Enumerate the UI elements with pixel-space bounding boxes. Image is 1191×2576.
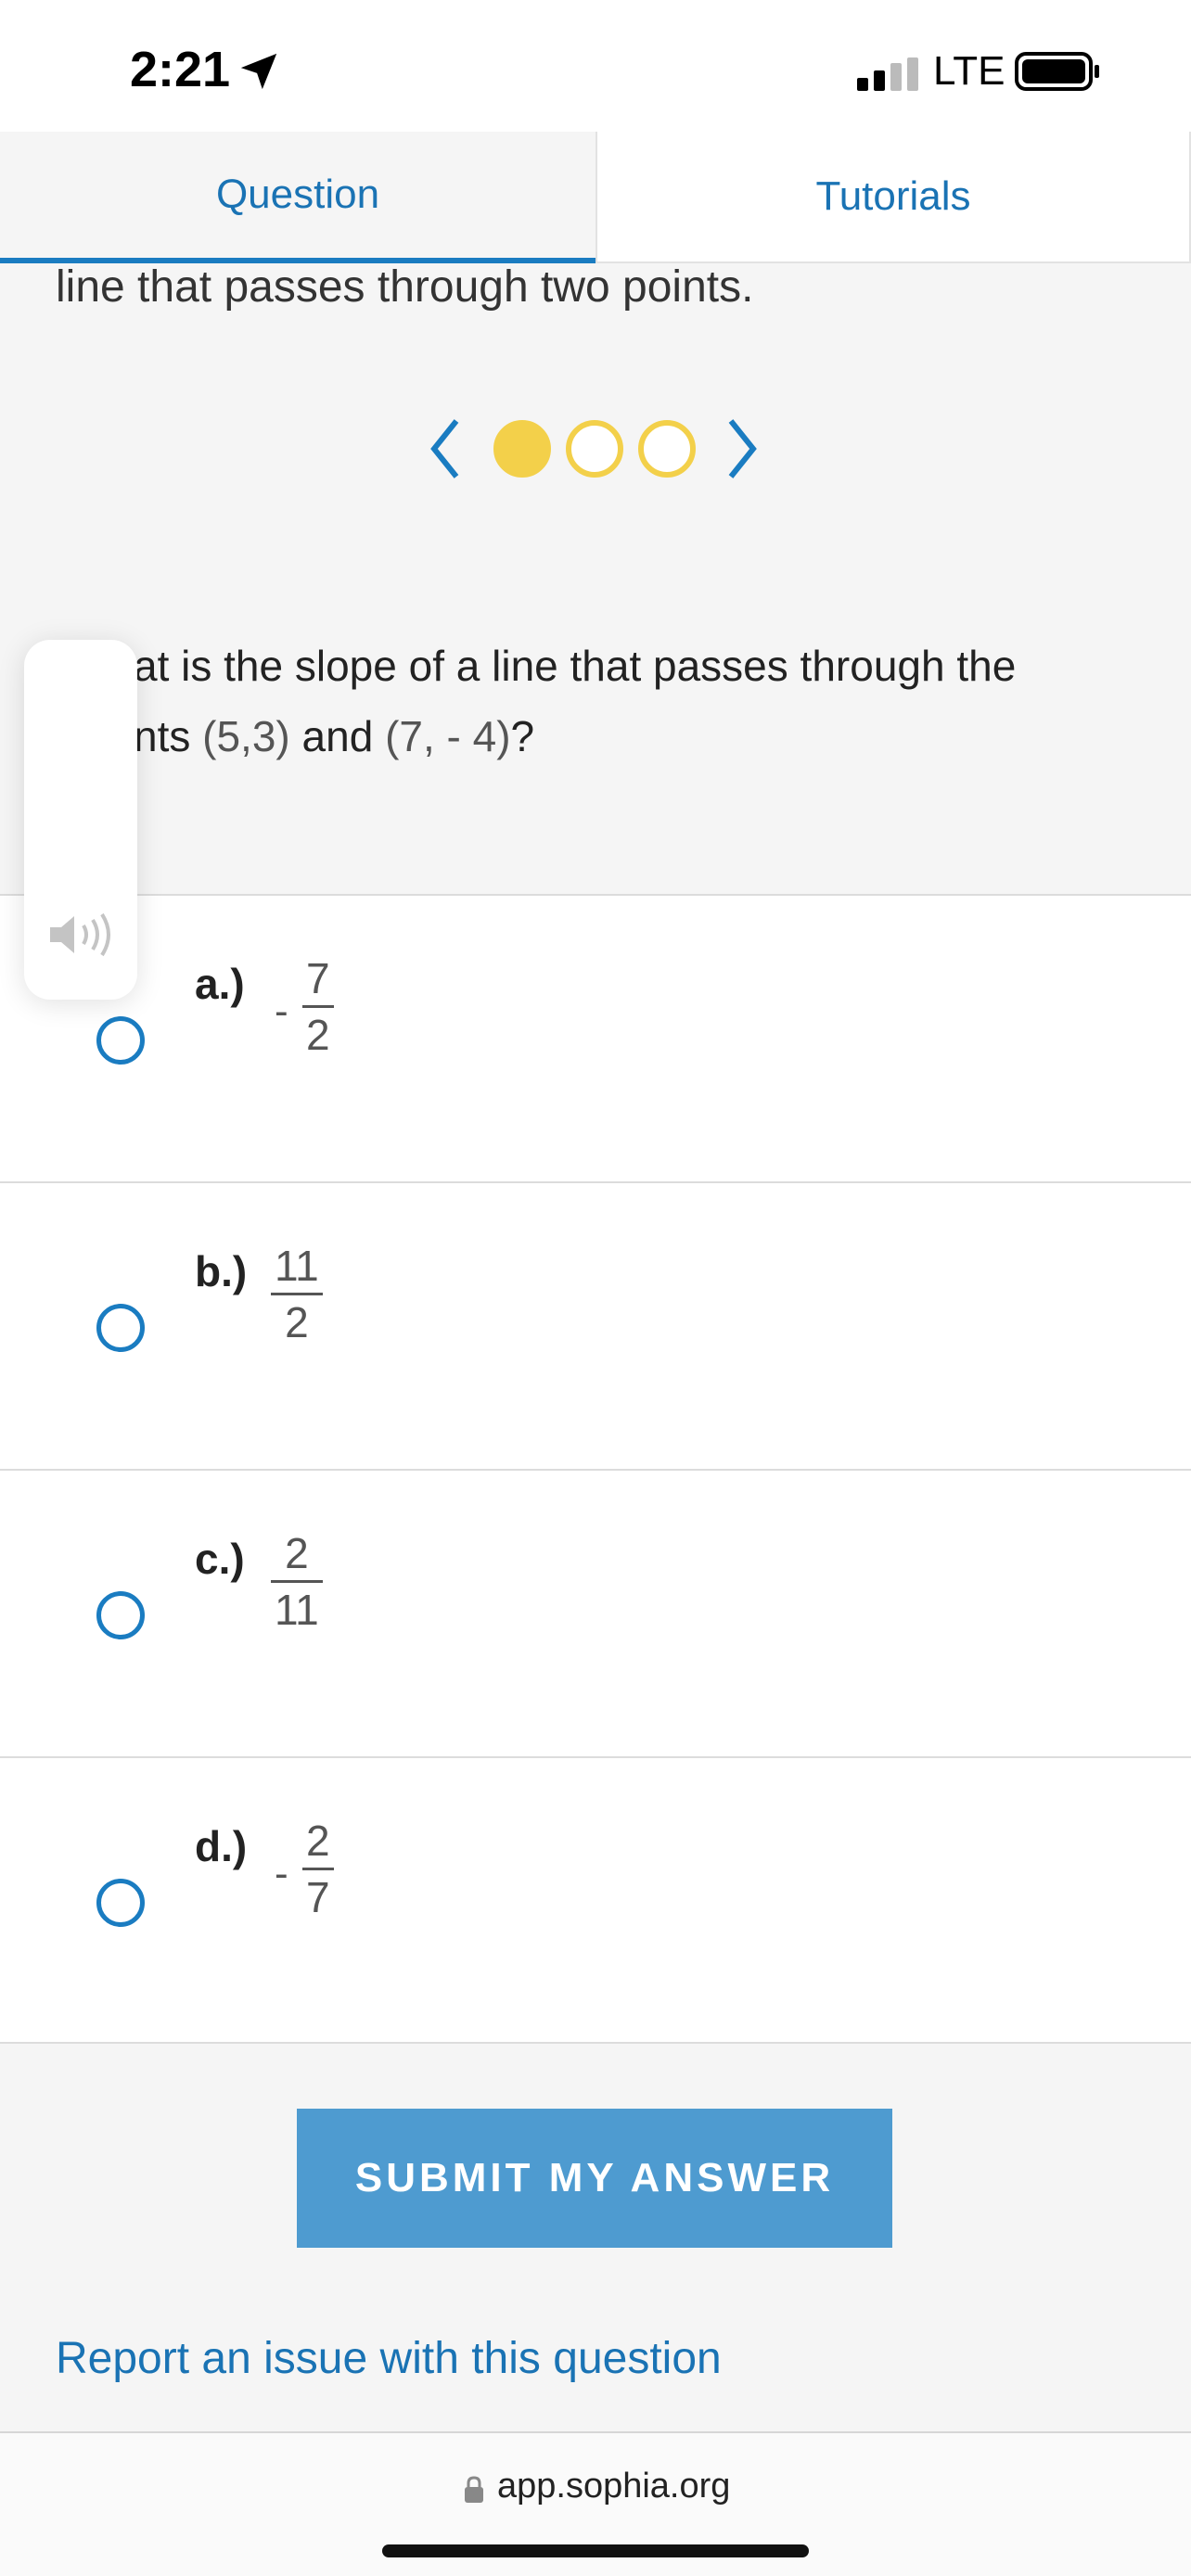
submit-answer-button[interactable]: SUBMIT MY ANSWER xyxy=(297,2109,892,2248)
radio-c[interactable] xyxy=(96,1591,145,1639)
pager-dot-1[interactable] xyxy=(493,420,551,478)
option-c-numerator: 2 xyxy=(285,1529,309,1577)
status-time: 2:21 xyxy=(130,42,231,97)
radio-a[interactable] xyxy=(96,1016,145,1065)
question-text: at is the slope of a line that passes th… xyxy=(134,631,1154,772)
question-pager xyxy=(427,408,779,491)
intro-text: line that passes through two points. xyxy=(56,262,754,312)
fraction-bar xyxy=(302,1005,334,1008)
radio-b[interactable] xyxy=(96,1304,145,1352)
option-c-denominator: 11 xyxy=(275,1586,319,1634)
option-c-fraction: 2 11 xyxy=(271,1530,323,1633)
option-a[interactable]: a.) - 7 2 xyxy=(0,894,1191,1181)
lock-icon xyxy=(465,2476,483,2503)
question-line-2: nts (5,3) and (7, - 4)? xyxy=(134,701,1154,772)
option-c-label: c.) xyxy=(195,1535,245,1583)
pager-dot-2[interactable] xyxy=(566,420,623,478)
option-d-denominator: 7 xyxy=(306,1873,330,1921)
chevron-left-icon[interactable] xyxy=(427,415,464,482)
battery-icon xyxy=(1015,52,1099,91)
option-d[interactable]: d.) - 2 7 xyxy=(0,1756,1191,2044)
pager-dot-3[interactable] xyxy=(638,420,696,478)
option-d-numerator: 2 xyxy=(306,1817,330,1865)
option-b-numerator: 11 xyxy=(275,1242,319,1290)
status-bar: 2:21 LTE xyxy=(0,0,1191,132)
tab-tutorials[interactable]: Tutorials xyxy=(596,132,1191,263)
fraction-bar xyxy=(271,1293,323,1295)
radio-d[interactable] xyxy=(96,1879,145,1927)
option-d-fraction: 2 7 xyxy=(302,1817,334,1920)
speaker-icon[interactable] xyxy=(46,911,119,959)
option-b[interactable]: b.) 11 2 xyxy=(0,1181,1191,1469)
option-a-denominator: 2 xyxy=(306,1011,330,1059)
option-b-denominator: 2 xyxy=(285,1298,309,1346)
option-b-fraction: 11 2 xyxy=(271,1243,323,1345)
report-issue-link[interactable]: Report an issue with this question xyxy=(56,2333,722,2384)
question-line-2-suffix: ? xyxy=(510,712,535,760)
location-arrow-icon xyxy=(240,53,277,90)
option-a-numerator: 7 xyxy=(306,954,330,1002)
browser-address-bar[interactable]: app.sophia.org xyxy=(0,2431,1191,2576)
home-indicator[interactable] xyxy=(382,2544,809,2557)
fraction-bar xyxy=(302,1868,334,1870)
option-a-label: a.) xyxy=(195,960,245,1008)
fraction-bar xyxy=(271,1580,323,1583)
option-a-sign: - xyxy=(275,988,288,1034)
signal-icon xyxy=(857,57,918,91)
option-b-label: b.) xyxy=(195,1247,248,1295)
point-2: (7, - 4) xyxy=(385,712,511,760)
question-line-2-mid: and xyxy=(289,712,386,760)
url-text[interactable]: app.sophia.org xyxy=(497,2467,730,2506)
answer-options: a.) - 7 2 b.) 11 2 c.) 2 11 d.) - 2 7 xyxy=(0,894,1191,2044)
question-line-1: at is the slope of a line that passes th… xyxy=(134,642,1017,690)
tab-bar: Question Tutorials xyxy=(0,132,1191,263)
network-type: LTE xyxy=(933,48,1005,94)
tab-question[interactable]: Question xyxy=(0,132,596,263)
option-c[interactable]: c.) 2 11 xyxy=(0,1469,1191,1756)
option-d-sign: - xyxy=(275,1851,288,1896)
option-d-label: d.) xyxy=(195,1822,248,1870)
audio-widget[interactable] xyxy=(24,640,137,1000)
option-a-fraction: 7 2 xyxy=(302,955,334,1058)
point-1: (5,3) xyxy=(202,712,290,760)
question-line-2-prefix: nts xyxy=(134,712,203,760)
chevron-right-icon[interactable] xyxy=(724,415,761,482)
